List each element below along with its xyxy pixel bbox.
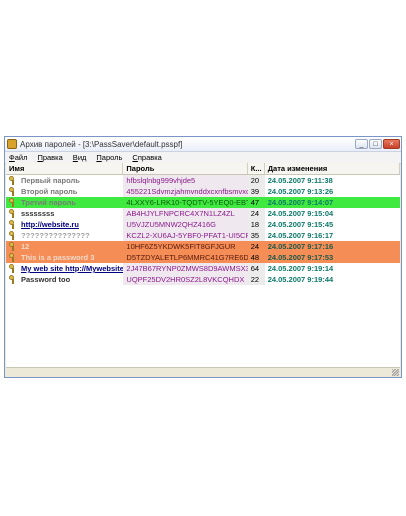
entry-password: AB4HJYLFNPCRC4X7N1LZ4ZL	[123, 208, 248, 219]
list-item[interactable]: ssssssss AB4HJYLFNPCRC4X7N1LZ4ZL 24 24.05.2…	[6, 208, 400, 219]
resize-grip-icon[interactable]	[392, 369, 399, 376]
menu-help[interactable]: Справка	[132, 153, 161, 162]
entry-count: 47	[250, 198, 260, 207]
entry-password: UQPF25DV2HR0SZ2L8VKCQHDX	[123, 274, 248, 285]
entry-count: 24	[247, 208, 265, 219]
entry-date: 24.05.2007 9:17:53	[267, 253, 334, 262]
entry-count: 24	[250, 242, 260, 251]
entry-password: KCZL2-XU6AJ-5YBF0-PFAT1-UI5CR-C...	[123, 230, 248, 241]
column-header-date[interactable]: Дата изменения	[265, 163, 400, 174]
list-item[interactable]: ??????????????? KCZL2-XU6AJ-5YBF0-PFAT1-U…	[6, 230, 400, 241]
entry-count: 39	[247, 186, 265, 197]
entry-password: U5VJZU5MNW2QHZ416G	[123, 219, 248, 230]
entry-name-text: My web site http://Mywebsite....	[21, 264, 124, 273]
entry-name-text: Первый пароль	[21, 176, 80, 185]
keys-icon	[9, 264, 18, 273]
entry-name: Первый пароль	[6, 175, 123, 186]
entry-name-text: ???????????????	[21, 231, 90, 240]
keys-icon	[9, 275, 18, 284]
entry-password: 4LXXY6-LRK10-TQDTV-5YEQ0-EBTYC...	[126, 198, 247, 207]
entry-name-text: 12	[21, 242, 30, 251]
entry-date: 24.05.2007 9:15:04	[267, 209, 334, 218]
app-icon	[7, 139, 17, 149]
keys-icon	[9, 231, 18, 240]
entry-count: 20	[247, 175, 265, 186]
menu-file[interactable]: Файл	[9, 153, 27, 162]
entry-name-text: http://website.ru	[21, 220, 79, 229]
entry-name-text: Второй пароль	[21, 187, 78, 196]
keys-icon	[9, 242, 18, 251]
entry-name: ssssssss	[6, 208, 123, 219]
title-bar[interactable]: Архив паролей - [3:\PassSaver\default.ps…	[5, 137, 401, 152]
entry-name: http://website.ru	[6, 219, 123, 230]
entry-password: 455221Sdvmzjahmvnddxcxnfbsmvxcnf...	[123, 186, 248, 197]
menu-password[interactable]: Пароль	[96, 153, 122, 162]
column-header-name[interactable]: Имя	[6, 163, 124, 174]
menu-edit[interactable]: Правка	[37, 153, 62, 162]
list-item[interactable]: Password too UQPF25DV2HR0SZ2L8VKCQHDX 22 24…	[6, 274, 400, 285]
keys-icon	[9, 187, 18, 196]
entry-name-text: This is a password 3	[21, 253, 95, 262]
keys-icon	[9, 209, 18, 218]
entry-count: 35	[247, 230, 265, 241]
keys-icon	[9, 198, 18, 207]
keys-icon	[9, 220, 18, 229]
password-archive-window: Архив паролей - [3:\PassSaver\default.ps…	[4, 136, 402, 378]
keys-icon	[9, 253, 18, 262]
list-item[interactable]: This is a password 3 D5TZDYALETLP6MMRC41G…	[6, 252, 400, 263]
entry-date: 24.05.2007 9:11:38	[267, 176, 333, 185]
minimize-button[interactable]: _	[355, 139, 368, 149]
entry-name: My web site http://Mywebsite....	[6, 263, 123, 274]
entry-name: Password too	[6, 274, 123, 285]
entry-count: 22	[247, 274, 265, 285]
status-bar	[6, 367, 400, 377]
entry-date: 24.05.2007 9:13:26	[267, 187, 334, 196]
list-item[interactable]: My web site http://Mywebsite.... 2J47B67R…	[6, 263, 400, 274]
entry-name: Третий пароль	[6, 197, 123, 208]
entry-password: hfbslqlnbg999vhjde5	[123, 175, 248, 186]
entry-count: 64	[247, 263, 265, 274]
entry-count: 48	[250, 253, 260, 262]
entry-password: 10HF6Z5YKDWK5FIT8GFJGUR	[126, 242, 236, 251]
entry-password: 2J47B67RYNP0ZMWS8D9AWMSX3W...	[123, 263, 248, 274]
entry-date: 24.05.2007 9:17:16	[267, 242, 334, 251]
list-item[interactable]: Третий пароль 4LXXY6-LRK10-TQDTV-5YEQ0-EB…	[6, 197, 400, 208]
maximize-button[interactable]: □	[369, 139, 382, 149]
entry-date: 24.05.2007 9:19:14	[267, 264, 334, 273]
menu-view[interactable]: Вид	[73, 153, 87, 162]
entry-date: 24.05.2007 9:19:44	[267, 275, 334, 284]
entry-date: 24.05.2007 9:16:17	[267, 231, 334, 240]
entry-name: Второй пароль	[6, 186, 123, 197]
window-title: Архив паролей - [3:\PassSaver\default.ps…	[20, 139, 183, 149]
list-item[interactable]: http://website.ru U5VJZU5MNW2QHZ416G 18 24.…	[6, 219, 400, 230]
list-item[interactable]: Второй пароль 455221Sdvmzjahmvnddxcxnfbsm…	[6, 186, 400, 197]
column-header-password[interactable]: Пароль	[123, 163, 248, 174]
entry-count: 18	[247, 219, 265, 230]
entry-password: D5TZDYALETLP6MMRC41G7RE6DH3...	[126, 253, 248, 262]
entry-name-text: ssssssss	[21, 209, 55, 218]
close-button[interactable]: ×	[383, 139, 400, 149]
entry-date: 24.05.2007 9:15:45	[267, 220, 334, 229]
password-list: Имя Пароль К... Дата изменения Первый па…	[6, 163, 400, 368]
entry-name: ???????????????	[6, 230, 123, 241]
list-item[interactable]: Первый пароль hfbslqlnbg999vhjde5 20 24.05.…	[6, 175, 400, 186]
column-header-count[interactable]: К...	[248, 163, 265, 174]
entry-name: This is a password 3	[6, 252, 123, 263]
entry-name: 12	[6, 241, 123, 252]
list-rows: Первый пароль hfbslqlnbg999vhjde5 20 24.05.…	[6, 175, 400, 285]
list-header: Имя Пароль К... Дата изменения	[6, 163, 400, 175]
entry-name-text: Password too	[21, 275, 71, 284]
list-item[interactable]: 12 10HF6Z5YKDWK5FIT8GFJGUR 24 24.05.2007 9:…	[6, 241, 400, 252]
entry-date: 24.05.2007 9:14:07	[267, 198, 334, 207]
entry-name-text: Третий пароль	[21, 198, 76, 207]
keys-icon	[9, 176, 18, 185]
